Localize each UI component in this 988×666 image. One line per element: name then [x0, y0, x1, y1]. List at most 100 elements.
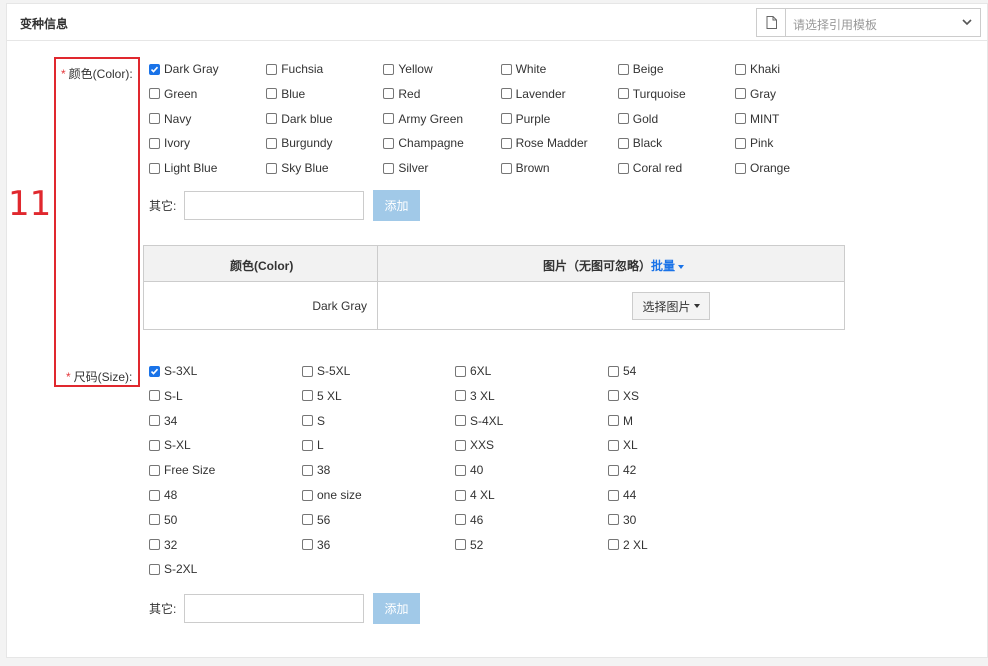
checkbox[interactable]	[302, 514, 313, 526]
color-option[interactable]: Pink	[735, 135, 773, 151]
checkbox[interactable]	[500, 63, 512, 75]
checkbox[interactable]	[266, 88, 278, 100]
checkbox[interactable]	[149, 514, 160, 526]
color-option[interactable]: Purple	[500, 111, 550, 127]
checkbox[interactable]	[608, 539, 619, 551]
checkbox[interactable]	[149, 539, 160, 551]
color-option[interactable]: Blue	[266, 86, 305, 102]
checkbox[interactable]	[617, 113, 629, 125]
color-option[interactable]: Yellow	[383, 61, 433, 77]
size-option[interactable]: S-4XL	[455, 413, 503, 429]
checkbox[interactable]	[455, 464, 466, 476]
checkbox[interactable]	[735, 88, 746, 100]
size-option[interactable]: S-5XL	[302, 363, 350, 379]
template-select[interactable]: 请选择引用模板	[756, 8, 981, 37]
size-option[interactable]: XL	[608, 437, 638, 453]
checkbox-checked[interactable]	[149, 365, 160, 377]
checkbox[interactable]	[302, 390, 313, 402]
checkbox[interactable]	[455, 439, 466, 451]
size-option[interactable]: S-XL	[149, 437, 191, 453]
color-option[interactable]: Silver	[383, 160, 428, 176]
color-option[interactable]: Dark blue	[266, 111, 333, 127]
color-option[interactable]: Coral red	[617, 160, 682, 176]
checkbox[interactable]	[608, 365, 619, 377]
color-option[interactable]: Sky Blue	[266, 160, 329, 176]
size-option[interactable]: 3 XL	[455, 388, 495, 404]
checkbox[interactable]	[302, 365, 313, 377]
size-other-input[interactable]	[184, 594, 364, 623]
checkbox[interactable]	[149, 464, 160, 476]
size-option[interactable]: 34	[149, 413, 177, 429]
checkbox[interactable]	[302, 489, 313, 501]
checkbox[interactable]	[149, 162, 160, 174]
size-option[interactable]: XXS	[455, 437, 494, 453]
checkbox[interactable]	[302, 464, 313, 476]
color-option[interactable]: Red	[383, 86, 420, 102]
checkbox[interactable]	[149, 415, 160, 427]
size-option[interactable]: 30	[608, 512, 636, 528]
color-option[interactable]: Champagne	[383, 135, 464, 151]
checkbox[interactable]	[500, 137, 512, 149]
checkbox[interactable]	[608, 464, 619, 476]
color-option[interactable]: Burgundy	[266, 135, 333, 151]
color-option[interactable]: Light Blue	[149, 160, 217, 176]
size-option[interactable]: 4 XL	[455, 487, 495, 503]
checkbox[interactable]	[455, 365, 466, 377]
color-option[interactable]: Gray	[735, 86, 776, 102]
checkbox[interactable]	[455, 390, 466, 402]
checkbox[interactable]	[383, 137, 395, 149]
size-option[interactable]: one size	[302, 487, 362, 503]
size-option[interactable]: S	[302, 413, 325, 429]
color-option[interactable]: Navy	[149, 111, 191, 127]
checkbox[interactable]	[455, 539, 466, 551]
color-option[interactable]: Rose Madder	[500, 135, 588, 151]
color-option[interactable]: White	[500, 61, 546, 77]
size-option[interactable]: 46	[455, 512, 483, 528]
select-image-button[interactable]: 选择图片	[632, 292, 710, 320]
size-option[interactable]: 6XL	[455, 363, 491, 379]
size-option[interactable]: S-3XL	[149, 363, 197, 379]
size-option[interactable]: S-2XL	[149, 561, 197, 577]
size-option[interactable]: 40	[455, 462, 483, 478]
size-option[interactable]: 54	[608, 363, 636, 379]
checkbox[interactable]	[455, 415, 466, 427]
checkbox[interactable]	[735, 63, 746, 75]
color-option[interactable]: Green	[149, 86, 197, 102]
checkbox[interactable]	[266, 162, 278, 174]
color-add-button[interactable]: 添加	[373, 190, 420, 221]
checkbox[interactable]	[500, 162, 512, 174]
checkbox[interactable]	[302, 439, 313, 451]
color-option[interactable]: Dark Gray	[149, 61, 219, 77]
checkbox[interactable]	[500, 88, 512, 100]
checkbox[interactable]	[735, 162, 746, 174]
color-option[interactable]: Black	[617, 135, 662, 151]
size-option[interactable]: 32	[149, 537, 177, 553]
checkbox[interactable]	[735, 137, 746, 149]
checkbox[interactable]	[149, 137, 160, 149]
size-option[interactable]: S-L	[149, 388, 183, 404]
checkbox[interactable]	[149, 88, 160, 100]
size-option[interactable]: 5 XL	[302, 388, 342, 404]
checkbox[interactable]	[608, 439, 619, 451]
color-option[interactable]: Brown	[500, 160, 550, 176]
checkbox[interactable]	[266, 113, 278, 125]
size-option[interactable]: 52	[455, 537, 483, 553]
checkbox-checked[interactable]	[149, 63, 160, 75]
color-option[interactable]: Khaki	[735, 61, 780, 77]
size-option[interactable]: 56	[302, 512, 330, 528]
size-option[interactable]: 50	[149, 512, 177, 528]
color-other-input[interactable]	[184, 191, 364, 220]
checkbox[interactable]	[149, 390, 160, 402]
checkbox[interactable]	[383, 162, 395, 174]
size-option[interactable]: 2 XL	[608, 537, 648, 553]
size-option[interactable]: L	[302, 437, 324, 453]
size-option[interactable]: XS	[608, 388, 639, 404]
checkbox[interactable]	[608, 390, 619, 402]
color-option[interactable]: MINT	[735, 111, 779, 127]
size-option[interactable]: M	[608, 413, 633, 429]
size-option[interactable]: 36	[302, 537, 330, 553]
checkbox[interactable]	[617, 137, 629, 149]
color-option[interactable]: Beige	[617, 61, 664, 77]
size-option[interactable]: 38	[302, 462, 330, 478]
checkbox[interactable]	[608, 415, 619, 427]
